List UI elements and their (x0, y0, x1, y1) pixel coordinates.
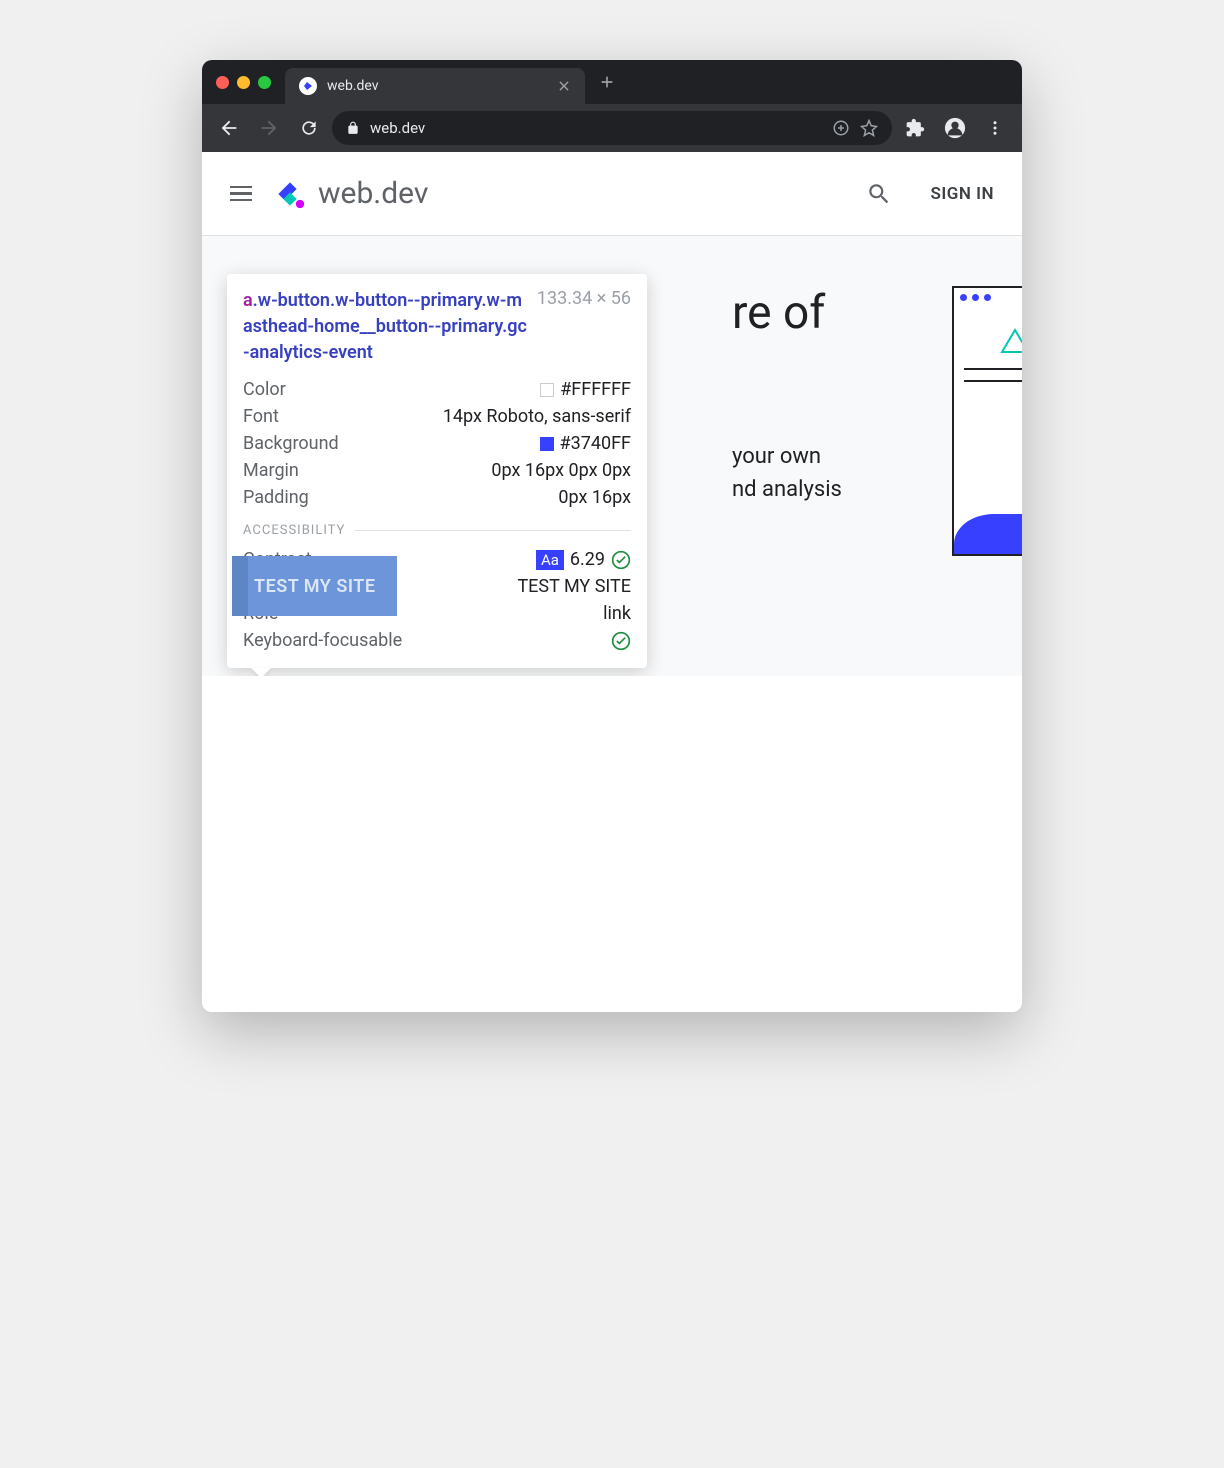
tooltip-row-background: Background #3740FF (243, 430, 631, 457)
star-icon[interactable] (860, 119, 878, 137)
close-tab-button[interactable] (557, 79, 571, 93)
profile-button[interactable] (938, 111, 972, 145)
tooltip-selector: a.w-button.w-button--primary.w-masthead-… (243, 288, 527, 366)
tab-favicon-icon (299, 77, 317, 95)
tab-title: web.dev (327, 78, 547, 94)
site-header: web.dev SIGN IN (202, 152, 1022, 236)
hero-section: re of your own nd analysis a.w-button.w-… (202, 236, 1022, 676)
tooltip-dimensions: 133.34 × 56 (537, 288, 631, 366)
tooltip-a11y-header: ACCESSIBILITY (243, 523, 631, 538)
contrast-badge: Aa (536, 550, 564, 570)
check-icon (611, 550, 631, 570)
maximize-window-button[interactable] (258, 76, 271, 89)
test-my-site-button[interactable]: TEST MY SITE (232, 556, 397, 616)
lock-icon (346, 121, 360, 135)
logo-icon (270, 174, 310, 214)
check-icon (611, 631, 631, 651)
close-window-button[interactable] (216, 76, 229, 89)
hero-illustration (952, 286, 1022, 556)
hamburger-menu-button[interactable] (230, 186, 252, 202)
tooltip-row-margin: Margin 0px 16px 0px 0px (243, 457, 631, 484)
color-swatch-icon (540, 437, 554, 451)
url-text: web.dev (370, 119, 822, 137)
address-bar[interactable]: web.dev (332, 111, 892, 145)
forward-button[interactable] (252, 111, 286, 145)
tooltip-row-padding: Padding 0px 16px (243, 484, 631, 511)
tooltip-row-color: Color #FFFFFF (243, 376, 631, 403)
reload-button[interactable] (292, 111, 326, 145)
titlebar: web.dev (202, 60, 1022, 104)
page-content: web.dev SIGN IN re of your own nd analys… (202, 152, 1022, 1012)
logo-text: web.dev (318, 176, 428, 211)
site-logo[interactable]: web.dev (270, 174, 428, 214)
new-tab-button[interactable] (585, 74, 629, 90)
menu-button[interactable] (978, 111, 1012, 145)
window-controls (202, 76, 285, 89)
tooltip-row-keyboard: Keyboard-focusable (243, 627, 631, 654)
browser-window: web.dev web.dev (202, 60, 1022, 1012)
search-button[interactable] (866, 181, 892, 207)
tooltip-row-font: Font 14px Roboto, sans-serif (243, 403, 631, 430)
browser-toolbar: web.dev (202, 104, 1022, 152)
signin-button[interactable]: SIGN IN (910, 184, 994, 204)
back-button[interactable] (212, 111, 246, 145)
color-swatch-icon (540, 383, 554, 397)
zoom-icon[interactable] (832, 119, 850, 137)
browser-tab[interactable]: web.dev (285, 68, 585, 104)
minimize-window-button[interactable] (237, 76, 250, 89)
extensions-button[interactable] (898, 111, 932, 145)
